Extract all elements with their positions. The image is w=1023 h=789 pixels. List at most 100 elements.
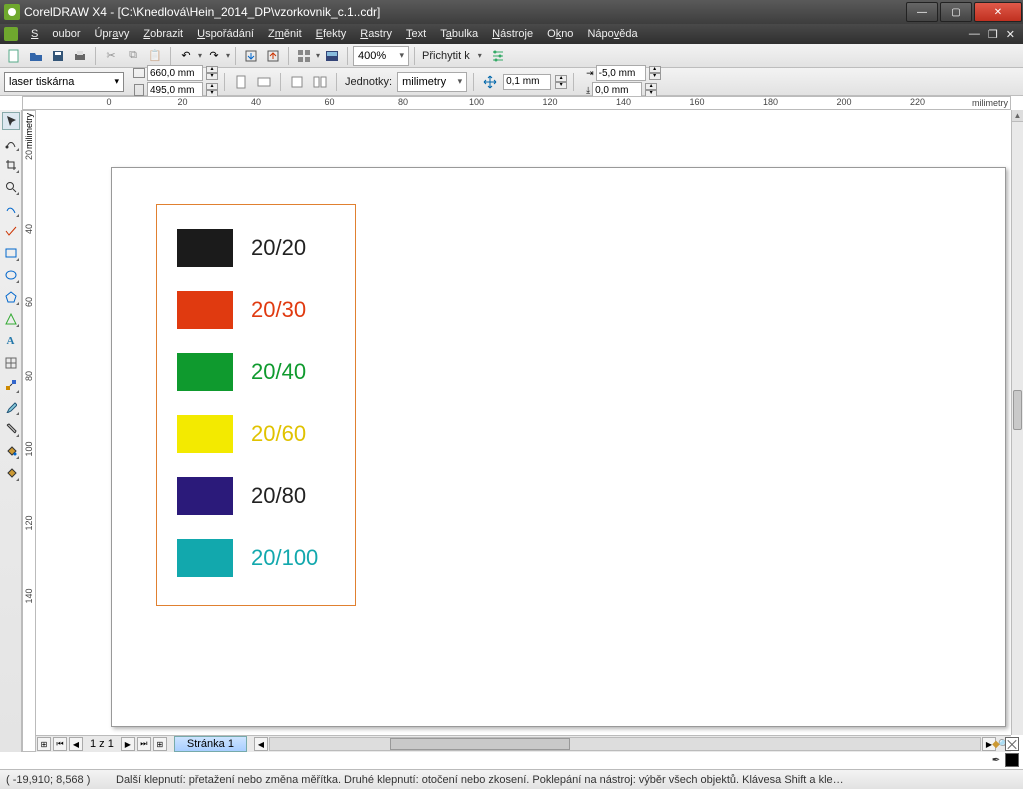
zoom-tool[interactable] bbox=[2, 178, 20, 196]
ruler-horizontal[interactable]: 020406080100120140160180200220 milimetry bbox=[22, 96, 1011, 110]
pages-single-button[interactable] bbox=[287, 72, 307, 92]
vertical-scrollbar[interactable]: ▲ bbox=[1011, 110, 1023, 735]
doc-icon bbox=[4, 27, 18, 41]
sampler-frame: 20/2020/3020/4020/6020/8020/100 bbox=[156, 204, 356, 606]
copy-button[interactable]: ⧉ bbox=[123, 46, 143, 66]
page-width-spinner[interactable]: ▴▾ bbox=[206, 66, 218, 80]
ellipse-tool[interactable] bbox=[2, 266, 20, 284]
hscroll-thumb[interactable] bbox=[390, 738, 570, 750]
ruler-v-label: 100 bbox=[24, 441, 34, 456]
redo-button[interactable]: ↷ bbox=[204, 46, 224, 66]
ruler-v-label: 120 bbox=[24, 515, 34, 530]
fill-tool[interactable] bbox=[2, 442, 20, 460]
minimize-button[interactable]: — bbox=[906, 2, 938, 22]
ruler-vertical[interactable]: milimetry 20406080100120140 bbox=[22, 110, 36, 752]
landscape-button[interactable] bbox=[254, 72, 274, 92]
dup-y-spinner[interactable]: ▴▾ bbox=[645, 83, 657, 97]
outline-tool[interactable] bbox=[2, 420, 20, 438]
mdi-close-button[interactable]: ✕ bbox=[1002, 28, 1019, 41]
add-page-after-button[interactable]: ⊞ bbox=[153, 737, 167, 751]
ruler-h-label: 80 bbox=[398, 97, 408, 107]
undo-button[interactable]: ↶ bbox=[176, 46, 196, 66]
menu-nastroje[interactable]: Nástroje bbox=[485, 28, 540, 40]
text-tool[interactable]: A bbox=[2, 332, 20, 350]
first-page-button[interactable]: ⏮ bbox=[53, 737, 67, 751]
options-button[interactable] bbox=[488, 46, 508, 66]
horizontal-scrollbar[interactable]: ◀ ▶ 🔍 bbox=[253, 737, 1011, 751]
mdi-minimize-button[interactable]: — bbox=[965, 28, 984, 40]
outline-color-indicator[interactable] bbox=[1005, 753, 1019, 767]
scroll-up-button[interactable]: ▲ bbox=[1012, 110, 1023, 122]
nudge-icon bbox=[480, 72, 500, 92]
page-tab-1[interactable]: Stránka 1 bbox=[174, 736, 247, 752]
paste-button[interactable]: 📋 bbox=[145, 46, 165, 66]
page-preset-select[interactable]: laser tiskárna bbox=[4, 72, 124, 92]
drawing-canvas[interactable]: 20/2020/3020/4020/6020/8020/100 bbox=[36, 110, 1011, 735]
no-fill-indicator[interactable] bbox=[1005, 737, 1019, 751]
menu-zobrazit[interactable]: Zobrazit bbox=[136, 28, 190, 40]
open-button[interactable] bbox=[26, 46, 46, 66]
smart-drawing-tool[interactable] bbox=[2, 222, 20, 240]
new-button[interactable] bbox=[4, 46, 24, 66]
ruler-v-label: 20 bbox=[24, 150, 34, 160]
menu-soubor[interactable]: Soubor bbox=[24, 28, 87, 40]
menu-tabulka[interactable]: Tabulka bbox=[433, 28, 485, 40]
import-button[interactable] bbox=[241, 46, 261, 66]
prev-page-button[interactable]: ◀ bbox=[69, 737, 83, 751]
interactive-tool[interactable] bbox=[2, 376, 20, 394]
snap-dropdown[interactable]: ▾ bbox=[474, 51, 486, 60]
welcome-button[interactable] bbox=[322, 46, 342, 66]
basic-shapes-tool[interactable] bbox=[2, 310, 20, 328]
page-width-input[interactable] bbox=[147, 65, 203, 81]
color-swatch bbox=[177, 539, 233, 577]
ruler-v-label: 40 bbox=[24, 223, 34, 233]
dup-x-spinner[interactable]: ▴▾ bbox=[649, 66, 661, 80]
shape-tool[interactable] bbox=[2, 134, 20, 152]
menu-rastry[interactable]: Rastry bbox=[353, 28, 399, 40]
menu-text[interactable]: Text bbox=[399, 28, 433, 40]
add-page-button[interactable]: ⊞ bbox=[37, 737, 51, 751]
last-page-button[interactable]: ⏭ bbox=[137, 737, 151, 751]
color-swatch bbox=[177, 353, 233, 391]
ruler-v-unit: milimetry bbox=[24, 113, 34, 149]
ruler-h-label: 60 bbox=[324, 97, 334, 107]
app-launcher-button[interactable] bbox=[294, 46, 314, 66]
ruler-h-label: 20 bbox=[177, 97, 187, 107]
print-button[interactable] bbox=[70, 46, 90, 66]
polygon-tool[interactable] bbox=[2, 288, 20, 306]
page-height-spinner[interactable]: ▴▾ bbox=[206, 83, 218, 97]
units-select[interactable]: milimetry bbox=[397, 72, 467, 92]
menu-napoveda[interactable]: Nápověda bbox=[580, 28, 644, 40]
table-tool[interactable] bbox=[2, 354, 20, 372]
toolbox: A bbox=[0, 110, 22, 752]
close-button[interactable]: ✕ bbox=[974, 2, 1022, 22]
mdi-restore-button[interactable]: ❐ bbox=[984, 28, 1002, 41]
export-button[interactable] bbox=[263, 46, 283, 66]
maximize-button[interactable]: ▢ bbox=[940, 2, 972, 22]
pages-facing-button[interactable] bbox=[310, 72, 330, 92]
crop-tool[interactable] bbox=[2, 156, 20, 174]
next-page-button[interactable]: ▶ bbox=[121, 737, 135, 751]
duplicate-x-input[interactable] bbox=[596, 65, 646, 81]
menu-efekty[interactable]: Efekty bbox=[309, 28, 354, 40]
menu-upravy[interactable]: Úpravy bbox=[87, 28, 136, 40]
menu-okno[interactable]: Okno bbox=[540, 28, 580, 40]
zoom-select[interactable]: 400% bbox=[353, 46, 409, 66]
portrait-button[interactable] bbox=[231, 72, 251, 92]
freehand-tool[interactable] bbox=[2, 200, 20, 218]
interactive-fill-tool[interactable] bbox=[2, 464, 20, 482]
scroll-left-button[interactable]: ◀ bbox=[254, 737, 268, 751]
rectangle-tool[interactable] bbox=[2, 244, 20, 262]
eyedropper-tool[interactable] bbox=[2, 398, 20, 416]
page-counter: 1 z 1 bbox=[84, 738, 120, 750]
cut-button[interactable]: ✂ bbox=[101, 46, 121, 66]
save-button[interactable] bbox=[48, 46, 68, 66]
color-swatch bbox=[177, 291, 233, 329]
scroll-thumb[interactable] bbox=[1013, 390, 1022, 430]
menu-usporadani[interactable]: Uspořádání bbox=[190, 28, 261, 40]
nudge-spinner[interactable]: ▴▾ bbox=[555, 75, 567, 89]
pick-tool[interactable] bbox=[2, 112, 20, 130]
nudge-input[interactable] bbox=[503, 74, 551, 90]
swatch-row: 20/30 bbox=[177, 291, 335, 329]
menu-zmenit[interactable]: Změnit bbox=[261, 28, 309, 40]
